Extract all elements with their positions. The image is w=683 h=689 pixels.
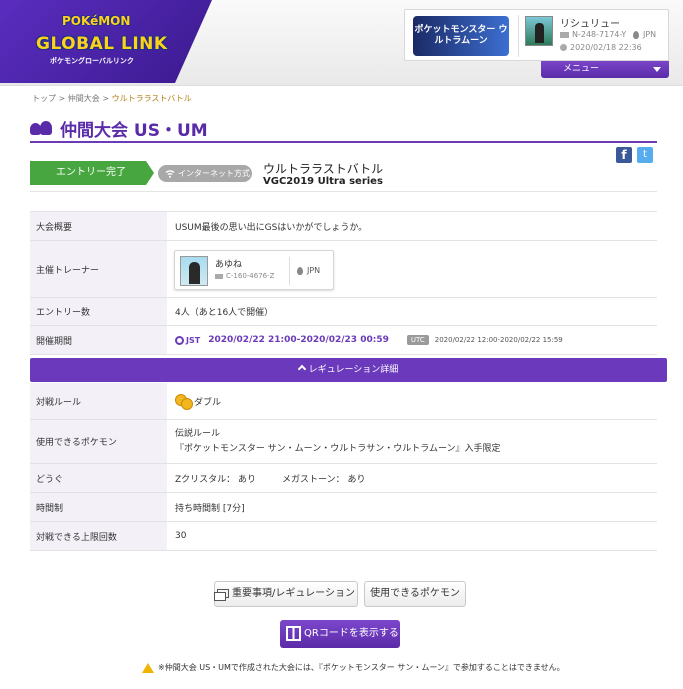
logo-pokemon-text: POKéMON <box>62 14 131 28</box>
divider <box>289 257 290 285</box>
entries-row: エントリー数 4人（あと16人で開催） <box>30 298 657 326</box>
twitter-share-icon[interactable]: t <box>637 147 653 163</box>
battle-rule-label: 対戦ルール <box>30 383 167 419</box>
breadcrumb-competitions[interactable]: 仲間大会 <box>68 94 100 103</box>
game-logo: ポケットモンスター ウルトラムーン <box>413 16 509 56</box>
entries-value: 4人（あと16人で開催） <box>175 308 274 318</box>
usable-pokemon-label: 使用できるポケモン <box>30 420 167 463</box>
period-utc: 2020/02/22 12:00-2020/02/22 15:59 <box>434 336 563 344</box>
facebook-share-icon[interactable]: f <box>616 147 632 163</box>
overview-label: 大会概要 <box>30 212 167 240</box>
logo-title: GLOBAL LINK <box>36 34 168 54</box>
page-title: 仲間大会 US・UM <box>60 120 208 141</box>
time-label: 時間制 <box>30 493 167 521</box>
overview-value: USUM最後の思い出にGSはいかがでしょうか。 <box>175 222 368 233</box>
host-trainer-card[interactable]: あゆね C-160-4676-Z JPN <box>174 250 334 290</box>
host-label: 主催トレーナー <box>30 241 167 297</box>
breadcrumb-separator: > <box>58 94 66 103</box>
battle-limit-label: 対戦できる上限回数 <box>30 522 167 550</box>
double-battle-icon <box>175 394 193 410</box>
usable-pokemon-value: 伝説ルール 『ポケットモンスター サン・ムーン・ウルトラサン・ウルトラムーン』入… <box>175 420 501 463</box>
location-pin-icon <box>297 266 303 275</box>
avatar <box>180 256 208 286</box>
title-underline <box>30 141 657 143</box>
user-name: リシュリュー <box>560 19 620 30</box>
chevron-up-icon <box>297 364 306 374</box>
show-qr-button[interactable]: QRコードを表示する <box>280 620 400 648</box>
battle-limit-value: 30 <box>175 531 187 541</box>
utc-tag: UTC <box>406 335 429 345</box>
user-id: N-248-7174-Y <box>560 30 626 39</box>
items-label: どうぐ <box>30 464 167 492</box>
format-badge: インターネット方式 <box>158 165 252 182</box>
logo-subtitle: ポケモングローバルリンク <box>50 57 134 65</box>
wifi-icon <box>165 170 175 178</box>
usable-pokemon-button[interactable]: 使用できるポケモン <box>364 581 466 607</box>
user-panel: ポケットモンスター ウルトラムーン リシュリュー N-248-7174-Y 20… <box>404 9 669 61</box>
competition-series: VGC2019 Ultra series <box>263 176 383 187</box>
pokemon-rule-line2: 『ポケットモンスター サン・ムーン・ウルトラサン・ウルトラムーン』入手限定 <box>175 443 501 454</box>
id-card-icon <box>560 31 569 38</box>
jst-tag: JST <box>186 335 201 345</box>
breadcrumb-separator: > <box>102 94 110 103</box>
id-card-icon <box>215 273 223 279</box>
important-regulation-button[interactable]: 重要事項/レギュレーション <box>214 581 358 607</box>
breadcrumb-top[interactable]: トップ <box>32 94 56 103</box>
regulation-bar-label: レギュレーション詳細 <box>308 365 399 375</box>
period-label: 開催期間 <box>30 326 167 354</box>
chevron-down-icon <box>653 67 661 72</box>
breadcrumb-current: ウルトララストバトル <box>111 94 192 103</box>
warning-icon <box>142 662 154 673</box>
user-datetime: 2020/02/18 22:36 <box>560 43 642 52</box>
competition-name: ウルトララストバトル <box>263 162 384 176</box>
period-jst: 2020/02/22 21:00-2020/02/23 00:59 <box>208 335 389 345</box>
qr-button-label: QRコードを表示する <box>304 628 399 639</box>
global-link-logo[interactable]: POKéMON GLOBAL LINK ポケモングローバルリンク <box>0 0 212 83</box>
footer-note: ※仲間大会 US・UMで作成された大会には、『ポケットモンスター サン・ムーン』… <box>142 662 565 673</box>
regulation-toggle[interactable]: レギュレーション詳細 <box>30 358 667 382</box>
avatar[interactable] <box>525 16 553 46</box>
host-name: あゆね <box>215 260 243 270</box>
usable-pokemon-button-label: 使用できるポケモン <box>370 588 460 599</box>
time-value: 持ち時間制 [7分] <box>175 503 245 514</box>
time-row: 時間制 持ち時間制 [7分] <box>30 493 657 522</box>
battle-rule-row: 対戦ルール ダブル <box>30 383 657 420</box>
entries-label: エントリー数 <box>30 298 167 325</box>
overview-row: 大会概要 USUM最後の思い出にGSはいかがでしょうか。 <box>30 212 657 241</box>
entry-status-badge: エントリー完了 <box>30 161 154 185</box>
qr-code-icon <box>286 626 301 641</box>
host-location: JPN <box>297 266 320 275</box>
people-icon <box>30 121 52 135</box>
items-value: Zクリスタル： あり メガストーン： あり <box>175 464 365 492</box>
battle-rule-value: ダブル <box>175 383 221 419</box>
breadcrumb: トップ > 仲間大会 > ウルトララストバトル <box>32 93 192 104</box>
document-icon <box>214 588 229 601</box>
divider <box>30 191 657 192</box>
important-button-label: 重要事項/レギュレーション <box>232 588 355 599</box>
z-crystal-value: Zクリスタル： あり <box>175 474 257 485</box>
battle-limit-row: 対戦できる上限回数 30 <box>30 522 657 551</box>
location-pin-icon <box>633 30 639 39</box>
user-location: JPN <box>633 30 656 39</box>
page-title-row: 仲間大会 US・UM <box>30 116 208 141</box>
items-row: どうぐ Zクリスタル： あり メガストーン： あり <box>30 464 657 493</box>
period-row: 開催期間 JST 2020/02/22 21:00-2020/02/23 00:… <box>30 326 657 355</box>
format-label: インターネット方式 <box>178 169 250 178</box>
footer-note-text: ※仲間大会 US・UMで作成された大会には、『ポケットモンスター サン・ムーン』… <box>158 663 565 672</box>
host-row: 主催トレーナー <box>30 241 657 298</box>
divider <box>518 15 519 57</box>
host-id: C-160-4676-Z <box>215 272 274 280</box>
clock-icon <box>175 335 184 345</box>
usable-pokemon-row: 使用できるポケモン 伝説ルール 『ポケットモンスター サン・ムーン・ウルトラサン… <box>30 420 657 464</box>
pokemon-rule-line1: 伝説ルール <box>175 428 221 439</box>
clock-icon <box>560 44 567 51</box>
menu-label: メニュー <box>563 64 600 74</box>
site-header: POKéMON GLOBAL LINK ポケモングローバルリンク ポケットモンス… <box>0 0 683 86</box>
period-value: JST 2020/02/22 21:00-2020/02/23 00:59 UT… <box>175 326 563 354</box>
battle-rule-text: ダブル <box>194 397 222 408</box>
mega-stone-value: メガストーン： あり <box>282 474 366 485</box>
menu-button[interactable]: メニュー <box>541 61 669 78</box>
